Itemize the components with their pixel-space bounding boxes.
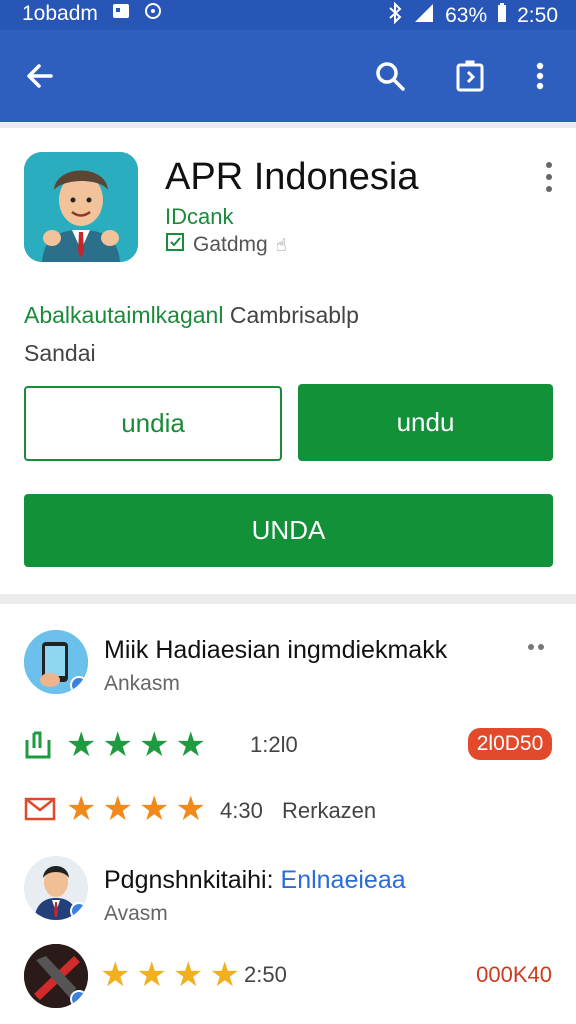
star-icon: ★ xyxy=(66,726,97,764)
star-rating-orange: ★ ★ ★ ★ xyxy=(66,792,206,826)
back-arrow-icon[interactable] xyxy=(20,56,60,96)
star-icon: ★ xyxy=(209,956,240,994)
battery-percent: 63% xyxy=(445,4,488,27)
star-rating-green: ★ ★ ★ ★ xyxy=(66,728,206,762)
star-icon: ★ xyxy=(175,726,206,764)
alarm-icon xyxy=(144,2,162,26)
star-icon: ★ xyxy=(100,956,131,994)
battery-icon xyxy=(497,3,507,29)
more-vert-icon[interactable] xyxy=(520,56,560,96)
carrier-text: 1obadm xyxy=(22,2,98,25)
verified-icon xyxy=(70,902,88,920)
checkbox-icon xyxy=(165,232,185,258)
app-description: Abalkautaimlkaganl Cambrisablp Sandai xyxy=(24,296,359,372)
image-icon xyxy=(112,2,130,26)
open-button[interactable]: undu xyxy=(298,384,553,461)
install-button[interactable]: UNDA xyxy=(24,494,553,567)
star-icon: ★ xyxy=(102,790,133,828)
avatar xyxy=(24,630,88,694)
rating-value: 4:30 xyxy=(220,798,263,823)
related-title: Miik Hadiaesian ingmdiekmakk xyxy=(104,636,448,664)
bluetooth-icon xyxy=(387,1,403,30)
signal-icon xyxy=(413,3,435,29)
rating-value: 1:2l0 xyxy=(250,732,298,757)
download-icon xyxy=(24,730,52,765)
avatar xyxy=(24,944,88,1008)
description-rest: Cambrisablp xyxy=(229,302,359,328)
verified-icon xyxy=(70,990,88,1008)
app-badge: Gatdmg ☝ xyxy=(165,232,287,258)
star-icon: ★ xyxy=(102,726,133,764)
app-bar xyxy=(0,30,576,122)
share-icon[interactable] xyxy=(450,56,490,96)
rating-row: ★ ★ ★ ★ 1:2l0 2l0D50 xyxy=(24,726,552,766)
star-icon: ★ xyxy=(172,956,204,994)
star-icon: ★ xyxy=(138,790,170,828)
related-item[interactable]: Pdgnshnkitaihi: Enlnaeieaa Avasm xyxy=(24,856,552,926)
star-icon: ★ xyxy=(138,726,170,764)
related-item[interactable]: Miik Hadiaesian ingmdiekmakk Ankasm xyxy=(24,630,552,700)
rating-suffix: Rerkazen xyxy=(282,798,377,823)
rating-row: ★ ★ ★ ★ 4:30 Rerkazen xyxy=(24,790,552,830)
verified-icon xyxy=(70,676,88,694)
clock-text: 2:50 xyxy=(517,4,558,27)
mail-icon xyxy=(24,796,56,827)
uninstall-button[interactable]: undia xyxy=(24,386,282,461)
badge-text: Gatdmg xyxy=(193,233,268,256)
related-title: Pdgnshnkitaihi: Enlnaeieaa xyxy=(104,866,406,894)
related-link[interactable]: Enlnaeieaa xyxy=(281,866,406,894)
star-icon: ★ xyxy=(175,790,206,828)
description-line2: Sandai xyxy=(24,340,96,366)
rating-row: ★ ★ ★ ★ 2:50 000K40 xyxy=(24,944,552,1008)
app-icon[interactable] xyxy=(24,152,138,262)
star-icon: ★ xyxy=(136,956,167,994)
app-details-card: APR Indonesia IDcank Gatdmg ☝ Abalkautai… xyxy=(0,128,576,594)
app-title: APR Indonesia xyxy=(165,156,419,198)
hand-icon: ☝ xyxy=(275,234,287,255)
count-text: 000K40 xyxy=(476,962,552,987)
related-card: Miik Hadiaesian ingmdiekmakk Ankasm ★ ★ … xyxy=(0,604,576,1024)
star-icon: ★ xyxy=(66,790,97,828)
related-subtitle: Ankasm xyxy=(104,672,180,695)
search-icon[interactable] xyxy=(370,56,410,96)
description-green: Abalkautaimlkaganl xyxy=(24,302,224,328)
related-subtitle: Avasm xyxy=(104,902,168,925)
item-more-icon[interactable] xyxy=(528,644,544,650)
rating-value: 2:50 xyxy=(244,962,287,987)
avatar xyxy=(24,856,88,920)
star-rating-yellow: ★ ★ ★ ★ xyxy=(100,958,240,992)
status-bar: 1obadm 63% 2:50 xyxy=(0,0,576,30)
app-developer[interactable]: IDcank xyxy=(165,204,233,230)
card-more-icon[interactable] xyxy=(544,162,554,192)
count-badge: 2l0D50 xyxy=(468,728,552,760)
